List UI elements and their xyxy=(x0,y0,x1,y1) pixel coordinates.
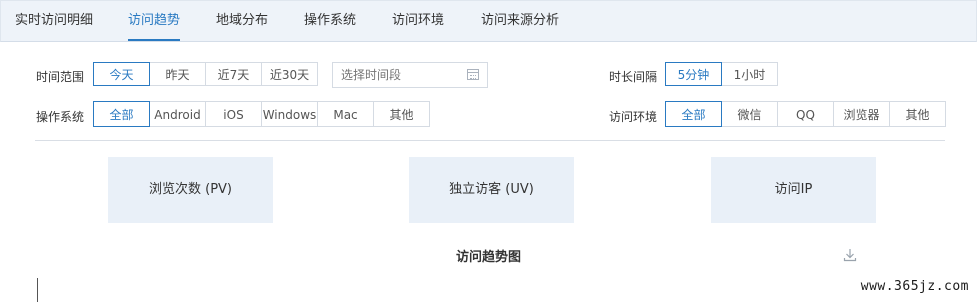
chart-y-axis xyxy=(37,278,38,302)
interval-5min-button[interactable]: 5分钟 xyxy=(665,62,722,86)
os-all-button[interactable]: 全部 xyxy=(93,101,150,127)
interval-label: 时长间隔 xyxy=(609,70,658,84)
tab-bar: 实时访问明细 访问趋势 地域分布 操作系统 访问环境 访问来源分析 xyxy=(0,0,977,42)
time-7days-button[interactable]: 近7天 xyxy=(205,62,262,86)
tab-visit-trend[interactable]: 访问趋势 xyxy=(128,1,181,41)
env-qq-button[interactable]: QQ xyxy=(777,101,834,127)
env-browser-button[interactable]: 浏览器 xyxy=(833,101,890,127)
calendar-icon[interactable] xyxy=(467,69,479,80)
pv-card[interactable]: 浏览次数 (PV) xyxy=(108,157,273,223)
interval-1hour-button[interactable]: 1小时 xyxy=(721,62,778,86)
download-icon[interactable] xyxy=(843,248,857,262)
time-range-label: 时间范围 xyxy=(36,70,85,84)
os-label: 操作系统 xyxy=(36,110,85,124)
tab-source[interactable]: 访问来源分析 xyxy=(481,1,559,41)
tab-region[interactable]: 地域分布 xyxy=(216,1,268,41)
chart-title: 访问趋势图 xyxy=(455,250,521,265)
uv-card[interactable]: 独立访客 (UV) xyxy=(409,157,574,223)
env-other-button[interactable]: 其他 xyxy=(889,101,946,127)
date-range-field[interactable] xyxy=(332,62,488,88)
env-all-button[interactable]: 全部 xyxy=(665,101,722,127)
tab-os[interactable]: 操作系统 xyxy=(304,1,356,41)
time-30days-button[interactable]: 近30天 xyxy=(261,62,318,86)
env-label: 访问环境 xyxy=(609,110,658,124)
time-yesterday-button[interactable]: 昨天 xyxy=(149,62,206,86)
os-other-button[interactable]: 其他 xyxy=(373,101,430,127)
os-mac-button[interactable]: Mac xyxy=(317,101,374,127)
os-ios-button[interactable]: iOS xyxy=(205,101,262,127)
env-wechat-button[interactable]: 微信 xyxy=(721,101,778,127)
time-today-button[interactable]: 今天 xyxy=(93,62,150,86)
os-android-button[interactable]: Android xyxy=(149,101,206,127)
ip-card[interactable]: 访问IP xyxy=(711,157,876,223)
watermark: www.365jz.com xyxy=(860,279,969,294)
date-range-input[interactable] xyxy=(341,68,461,82)
tab-env[interactable]: 访问环境 xyxy=(392,1,444,41)
divider xyxy=(35,140,945,141)
tab-realtime-detail[interactable]: 实时访问明细 xyxy=(15,1,93,41)
os-windows-button[interactable]: Windows xyxy=(261,101,318,127)
